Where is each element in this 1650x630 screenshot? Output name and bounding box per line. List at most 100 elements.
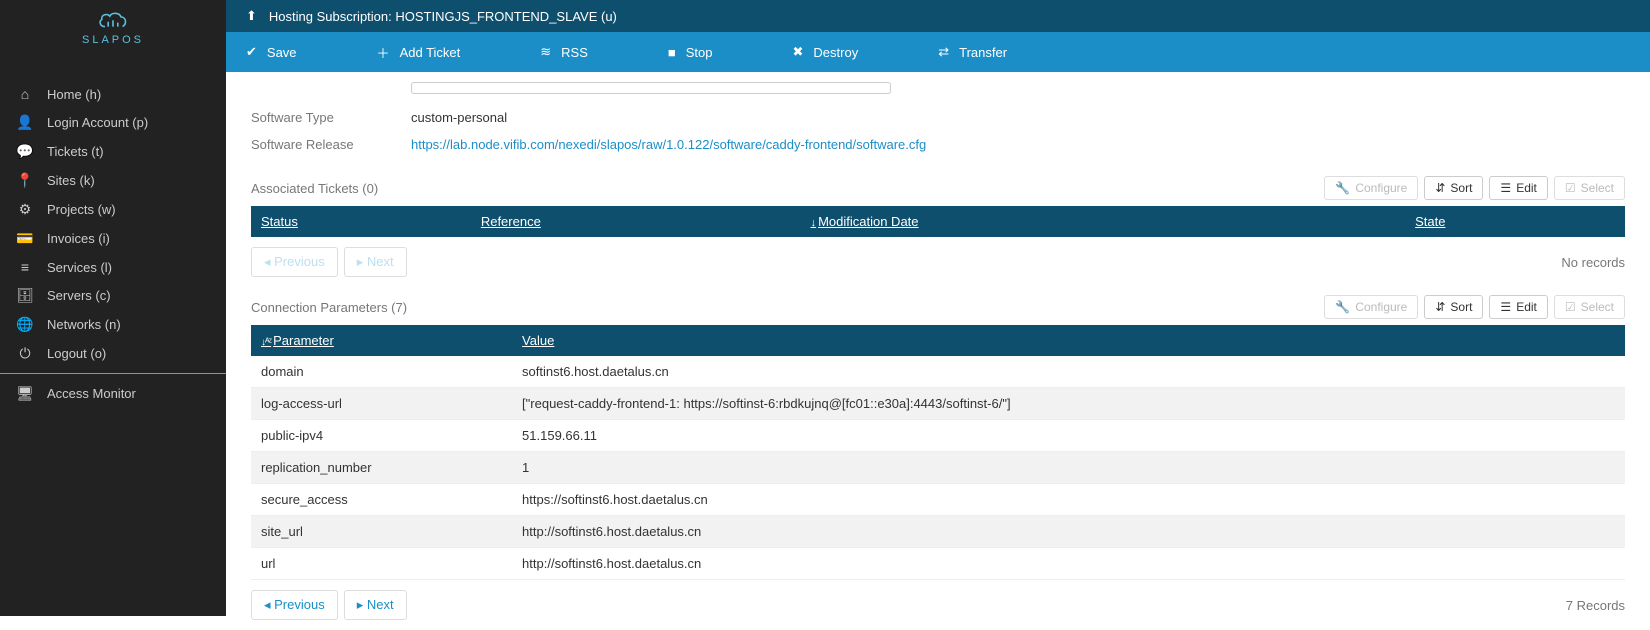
page-title: Hosting Subscription: HOSTINGJS_FRONTEND… bbox=[269, 9, 617, 24]
sort-desc-icon bbox=[811, 214, 819, 229]
table-row[interactable]: site_urlhttp://softinst6.host.daetalus.c… bbox=[251, 516, 1625, 548]
server-icon: 🗄 bbox=[15, 287, 35, 304]
edit-button[interactable]: ☰Edit bbox=[1489, 295, 1547, 319]
table-row[interactable]: replication_number1 bbox=[251, 452, 1625, 484]
sitemap-icon: ⚙ bbox=[15, 201, 35, 218]
cloud-icon bbox=[97, 10, 129, 32]
nav-separator bbox=[0, 373, 226, 374]
sort-button[interactable]: ⇵Sort bbox=[1424, 176, 1483, 200]
no-records-text: No records bbox=[1561, 255, 1625, 270]
globe-icon: 🌐 bbox=[15, 316, 35, 333]
table-row[interactable]: secure_accesshttps://softinst6.host.daet… bbox=[251, 484, 1625, 516]
field-software-release: Software Release https://lab.node.vifib.… bbox=[251, 131, 1625, 158]
sidebar-item-services[interactable]: ≡Services (l) bbox=[0, 253, 226, 281]
param-name: log-access-url bbox=[251, 388, 512, 420]
sort-icon: ⇵ bbox=[1435, 181, 1445, 195]
logo[interactable]: SLAPOS bbox=[0, 0, 226, 55]
add-ticket-button[interactable]: ＋Add Ticket bbox=[377, 43, 461, 62]
field-software-type: Software Type custom-personal bbox=[251, 104, 1625, 131]
content: Software Type custom-personal Software R… bbox=[226, 72, 1650, 630]
sidebar-item-servers[interactable]: 🗄Servers (c) bbox=[0, 281, 226, 310]
list-icon: ☰ bbox=[1500, 300, 1511, 314]
param-value: https://softinst6.host.daetalus.cn bbox=[512, 484, 1625, 516]
sidebar-item-login[interactable]: 👤Login Account (p) bbox=[0, 108, 226, 137]
select-button: ☑Select bbox=[1554, 295, 1625, 319]
col-mod-date[interactable]: Modification Date bbox=[818, 214, 918, 229]
list-icon: ☰ bbox=[1500, 181, 1511, 195]
section-title: Associated Tickets (0) bbox=[251, 181, 378, 196]
transfer-icon: ⇄ bbox=[938, 44, 949, 60]
col-state[interactable]: State bbox=[1415, 214, 1445, 229]
sidebar-item-projects[interactable]: ⚙Projects (w) bbox=[0, 195, 226, 224]
sort-button[interactable]: ⇵Sort bbox=[1424, 295, 1483, 319]
col-value[interactable]: Value bbox=[522, 333, 554, 348]
table-row[interactable]: log-access-url["request-caddy-frontend-1… bbox=[251, 388, 1625, 420]
table-row[interactable]: urlhttp://softinst6.host.daetalus.cn bbox=[251, 548, 1625, 580]
sidebar-item-sites[interactable]: 📍Sites (k) bbox=[0, 166, 226, 195]
sidebar-item-invoices[interactable]: 💳Invoices (i) bbox=[0, 224, 226, 253]
param-value: http://softinst6.host.daetalus.cn bbox=[512, 548, 1625, 580]
param-value: http://softinst6.host.daetalus.cn bbox=[512, 516, 1625, 548]
col-parameter[interactable]: Parameter bbox=[273, 333, 334, 348]
up-icon[interactable]: ⬆ bbox=[246, 8, 257, 24]
tickets-header: Associated Tickets (0) 🔧Configure ⇵Sort … bbox=[251, 176, 1625, 200]
param-name: secure_access bbox=[251, 484, 512, 516]
wrench-icon: 🔧 bbox=[1335, 181, 1350, 195]
close-icon: ✖ bbox=[793, 44, 804, 60]
rss-icon: ≋ bbox=[540, 44, 551, 60]
nav: ⌂Home (h) 👤Login Account (p) 💬Tickets (t… bbox=[0, 55, 226, 408]
sidebar-item-home[interactable]: ⌂Home (h) bbox=[0, 80, 226, 108]
sidebar: SLAPOS ⌂Home (h) 👤Login Account (p) 💬Tic… bbox=[0, 0, 226, 616]
sort-icon: ⇵ bbox=[1435, 300, 1445, 314]
field-label: Software Type bbox=[251, 110, 411, 125]
param-name: url bbox=[251, 548, 512, 580]
sidebar-item-tickets[interactable]: 💬Tickets (t) bbox=[0, 137, 226, 166]
user-icon: 👤 bbox=[15, 114, 35, 131]
col-reference[interactable]: Reference bbox=[481, 214, 541, 229]
select-button: ☑Select bbox=[1554, 176, 1625, 200]
card-icon: 💳 bbox=[15, 230, 35, 247]
sidebar-item-networks[interactable]: 🌐Networks (n) bbox=[0, 310, 226, 339]
power-icon: ⏻ bbox=[15, 345, 35, 362]
param-name: replication_number bbox=[251, 452, 512, 484]
rss-button[interactable]: ≋RSS bbox=[540, 44, 588, 60]
transfer-button[interactable]: ⇄Transfer bbox=[938, 44, 1007, 60]
params-header: Connection Parameters (7) 🔧Configure ⇵So… bbox=[251, 295, 1625, 319]
software-release-link[interactable]: https://lab.node.vifib.com/nexedi/slapos… bbox=[411, 137, 926, 152]
param-value: 1 bbox=[512, 452, 1625, 484]
edit-button[interactable]: ☰Edit bbox=[1489, 176, 1547, 200]
table-row[interactable]: public-ipv451.159.66.11 bbox=[251, 420, 1625, 452]
field-label: Software Release bbox=[251, 137, 411, 152]
sidebar-item-logout[interactable]: ⏻Logout (o) bbox=[0, 339, 226, 368]
check-icon: ☑ bbox=[1565, 300, 1576, 314]
main: ⬆ Hosting Subscription: HOSTINGJS_FRONTE… bbox=[226, 0, 1650, 630]
wrench-icon: 🔧 bbox=[1335, 300, 1350, 314]
textarea-input[interactable] bbox=[411, 82, 891, 94]
actionbar: ✔Save ＋Add Ticket ≋RSS ■Stop ✖Destroy ⇄T… bbox=[226, 32, 1650, 72]
home-icon: ⌂ bbox=[15, 86, 35, 102]
section-title: Connection Parameters (7) bbox=[251, 300, 407, 315]
param-value: softinst6.host.daetalus.cn bbox=[512, 356, 1625, 388]
table-row[interactable]: domainsoftinst6.host.daetalus.cn bbox=[251, 356, 1625, 388]
desktop-icon: 🖥 bbox=[15, 385, 35, 402]
param-value: 51.159.66.11 bbox=[512, 420, 1625, 452]
previous-button: ◂ Previous bbox=[251, 247, 338, 277]
bars-icon: ≡ bbox=[15, 259, 35, 275]
stop-button[interactable]: ■Stop bbox=[668, 45, 713, 60]
save-button[interactable]: ✔Save bbox=[246, 44, 297, 60]
next-button: ▸ Next bbox=[344, 247, 407, 277]
sidebar-item-monitor[interactable]: 🖥Access Monitor bbox=[0, 379, 226, 408]
comment-icon: 💬 bbox=[15, 143, 35, 160]
param-value: ["request-caddy-frontend-1: https://soft… bbox=[512, 388, 1625, 420]
check-icon: ☑ bbox=[1565, 181, 1576, 195]
col-status[interactable]: Status bbox=[261, 214, 298, 229]
destroy-button[interactable]: ✖Destroy bbox=[793, 44, 859, 60]
param-name: site_url bbox=[251, 516, 512, 548]
records-text: 7 Records bbox=[1566, 598, 1625, 613]
field-value: custom-personal bbox=[411, 110, 507, 125]
sort-alpha-icon bbox=[261, 333, 273, 348]
param-name: public-ipv4 bbox=[251, 420, 512, 452]
param-name: domain bbox=[251, 356, 512, 388]
params-table: Parameter Value domainsoftinst6.host.dae… bbox=[251, 325, 1625, 580]
plus-icon: ＋ bbox=[377, 43, 390, 62]
